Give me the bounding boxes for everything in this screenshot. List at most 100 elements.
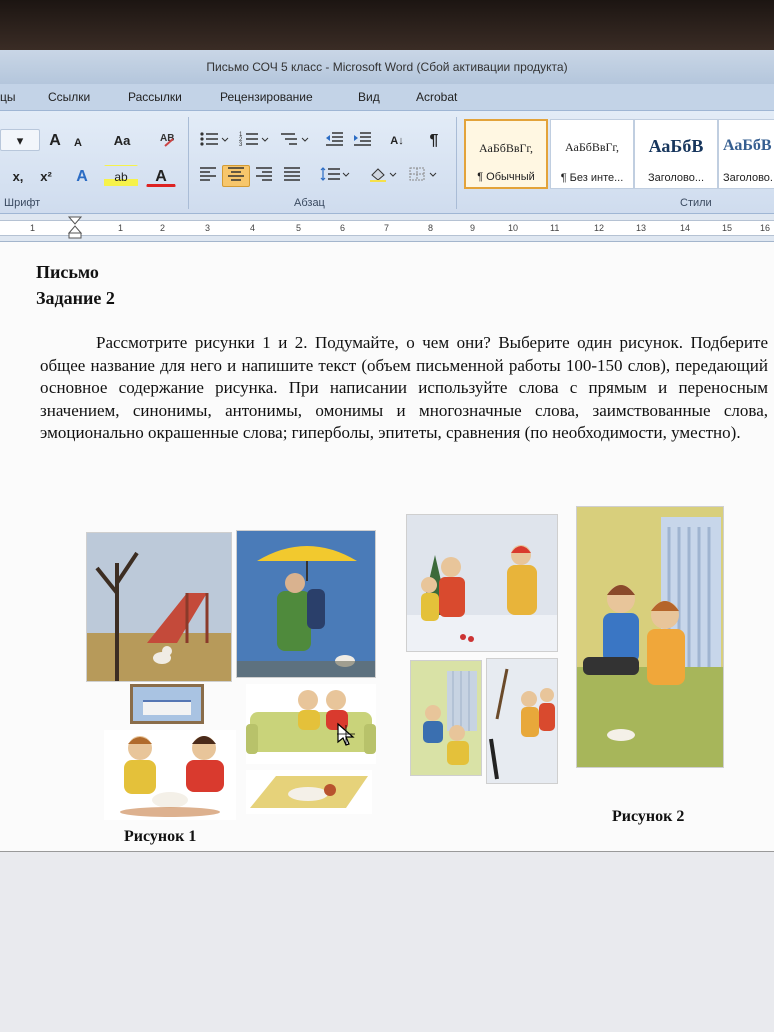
numbering-icon: 123 — [239, 132, 269, 148]
ruler-tick: 2 — [160, 223, 166, 233]
line-spacing-icon — [320, 167, 350, 181]
align-right-icon — [256, 167, 272, 181]
ruler-tick: 7 — [384, 223, 390, 233]
picture1-kids-with-puppy — [104, 730, 236, 820]
line-spacing-button[interactable] — [318, 165, 352, 187]
borders-icon — [409, 167, 437, 181]
tab-tables[interactable]: цы — [0, 90, 16, 104]
picture2-kids-outdoors — [486, 658, 558, 784]
group-divider — [188, 117, 189, 209]
ribbon-tab-bar: цы Ссылки Рассылки Рецензирование Вид Ac… — [0, 84, 774, 110]
numbering-button[interactable]: 123 — [236, 129, 272, 151]
show-formatting-button[interactable]: ¶ — [422, 129, 446, 151]
document-page[interactable]: Письмо Задание 2 Рассмотрите рисунки 1 и… — [0, 242, 774, 852]
document-area[interactable]: Письмо Задание 2 Рассмотрите рисунки 1 и… — [0, 242, 774, 1032]
ruler-tick: 15 — [722, 223, 733, 233]
style-heading-2[interactable]: АаБбВ Заголово... — [718, 119, 774, 189]
font-color-button[interactable]: A — [146, 165, 176, 187]
tab-review[interactable]: Рецензирование — [220, 90, 313, 104]
style-name: ¶ Без инте... — [560, 172, 624, 184]
picture1-rain-scene — [236, 530, 376, 678]
justify-button[interactable] — [280, 165, 304, 187]
tab-mailings[interactable]: Рассылки — [128, 90, 182, 104]
highlight-button[interactable]: ab — [104, 165, 138, 187]
picture1-park-scene — [86, 532, 232, 682]
picture2-winter-scene — [406, 514, 558, 652]
ruler-tick: 16 — [760, 223, 771, 233]
ruler-tick: 10 — [508, 223, 519, 233]
increase-indent-icon — [354, 132, 371, 146]
shading-icon — [370, 168, 397, 182]
caption-picture-1: Рисунок 1 — [124, 828, 197, 845]
ruler-tick: 9 — [470, 223, 476, 233]
shading-button[interactable] — [366, 165, 400, 187]
clear-formatting-button[interactable]: AB — [156, 129, 182, 151]
ribbon: ▾ A A Aa AB x, x² A ab A Шрифт 123 A↓ ¶ — [0, 110, 774, 214]
style-heading-1[interactable]: АаБбВ Заголово... — [634, 119, 718, 189]
multilevel-icon — [281, 133, 309, 145]
ruler-tick: 4 — [250, 223, 256, 233]
mouse-pointer-icon — [336, 722, 356, 754]
align-left-button[interactable] — [196, 165, 220, 187]
picture1-framed-photo — [130, 684, 204, 724]
horizontal-ruler[interactable]: 1 1 2 3 4 5 6 7 8 9 10 11 12 13 14 15 16 — [0, 214, 774, 242]
style-sample: АаБбВ — [723, 137, 772, 154]
style-sample: АаБбВвГг, — [564, 140, 619, 154]
monitor-bezel — [0, 0, 774, 50]
style-sample: АаБбВвГг, — [478, 141, 533, 155]
subscript-button[interactable]: x, — [6, 165, 30, 187]
borders-button[interactable] — [406, 165, 440, 187]
heading-letter: Письмо — [36, 262, 99, 282]
heading-task: Задание 2 — [36, 288, 115, 308]
align-center-icon — [228, 167, 244, 181]
ruler-scale: 1 1 2 3 4 5 6 7 8 9 10 11 12 13 14 15 16 — [0, 220, 774, 236]
grow-font-button[interactable]: A — [44, 129, 66, 151]
align-right-button[interactable] — [252, 165, 276, 187]
align-left-icon — [200, 167, 216, 181]
font-size-dropdown[interactable]: ▾ — [0, 129, 40, 151]
decrease-indent-icon — [326, 132, 343, 146]
align-center-button[interactable] — [222, 165, 250, 187]
ruler-tick: 6 — [340, 223, 346, 233]
ruler-tick: 11 — [550, 223, 560, 233]
bullets-button[interactable] — [196, 129, 232, 151]
decrease-indent-button[interactable] — [322, 129, 346, 151]
task-paragraph: Рассмотрите рисунки 1 и 2. Подумайте, о … — [40, 333, 768, 442]
increase-indent-button[interactable] — [350, 129, 374, 151]
tab-references[interactable]: Ссылки — [48, 90, 90, 104]
paragraph-group-label: Абзац — [294, 197, 325, 209]
tab-acrobat[interactable]: Acrobat — [416, 90, 457, 104]
style-normal[interactable]: АаБбВвГг, ¶ Обычный — [464, 119, 548, 189]
window-title: Письмо СОЧ 5 класс - Microsoft Word (Сбо… — [0, 50, 774, 84]
style-name: Заголово... — [647, 172, 705, 184]
style-name: Заголово... — [723, 172, 774, 184]
clear-formatting-icon: AB — [160, 133, 174, 147]
multilevel-list-button[interactable] — [276, 129, 312, 151]
picture1-puppy-on-rug — [246, 770, 372, 814]
ruler-tick: 3 — [205, 223, 211, 233]
text-effects-button[interactable]: A — [70, 165, 94, 187]
font-group-label: Шрифт — [4, 197, 41, 209]
style-no-spacing[interactable]: АаБбВвГг, ¶ Без инте... — [550, 119, 634, 189]
tab-view[interactable]: Вид — [358, 90, 380, 104]
pilcrow-icon: ¶ — [429, 132, 439, 149]
ruler-tick: 8 — [428, 223, 434, 233]
shrink-font-button[interactable]: A — [68, 131, 88, 153]
ruler-tick: 5 — [296, 223, 302, 233]
change-case-button[interactable]: Aa — [106, 129, 138, 151]
picture1-sofa-scene — [246, 684, 376, 764]
group-divider — [456, 117, 457, 209]
sort-icon: A↓ — [390, 135, 404, 147]
ruler-tick: 13 — [636, 223, 647, 233]
superscript-button[interactable]: x² — [34, 165, 58, 187]
picture2-boy-girl-feeding-puppy — [576, 506, 724, 768]
caption-picture-2: Рисунок 2 — [612, 808, 685, 825]
indent-marker-icon[interactable] — [68, 216, 82, 240]
styles-group-label: Стили — [680, 197, 712, 209]
style-sample: АаБбВ — [648, 136, 704, 156]
ruler-tick: 1 — [118, 223, 124, 233]
picture2-kids-by-radiator — [410, 660, 482, 776]
sort-button[interactable]: A↓ — [384, 129, 410, 151]
ruler-tick: 12 — [594, 223, 605, 233]
style-name: ¶ Обычный — [477, 171, 535, 183]
